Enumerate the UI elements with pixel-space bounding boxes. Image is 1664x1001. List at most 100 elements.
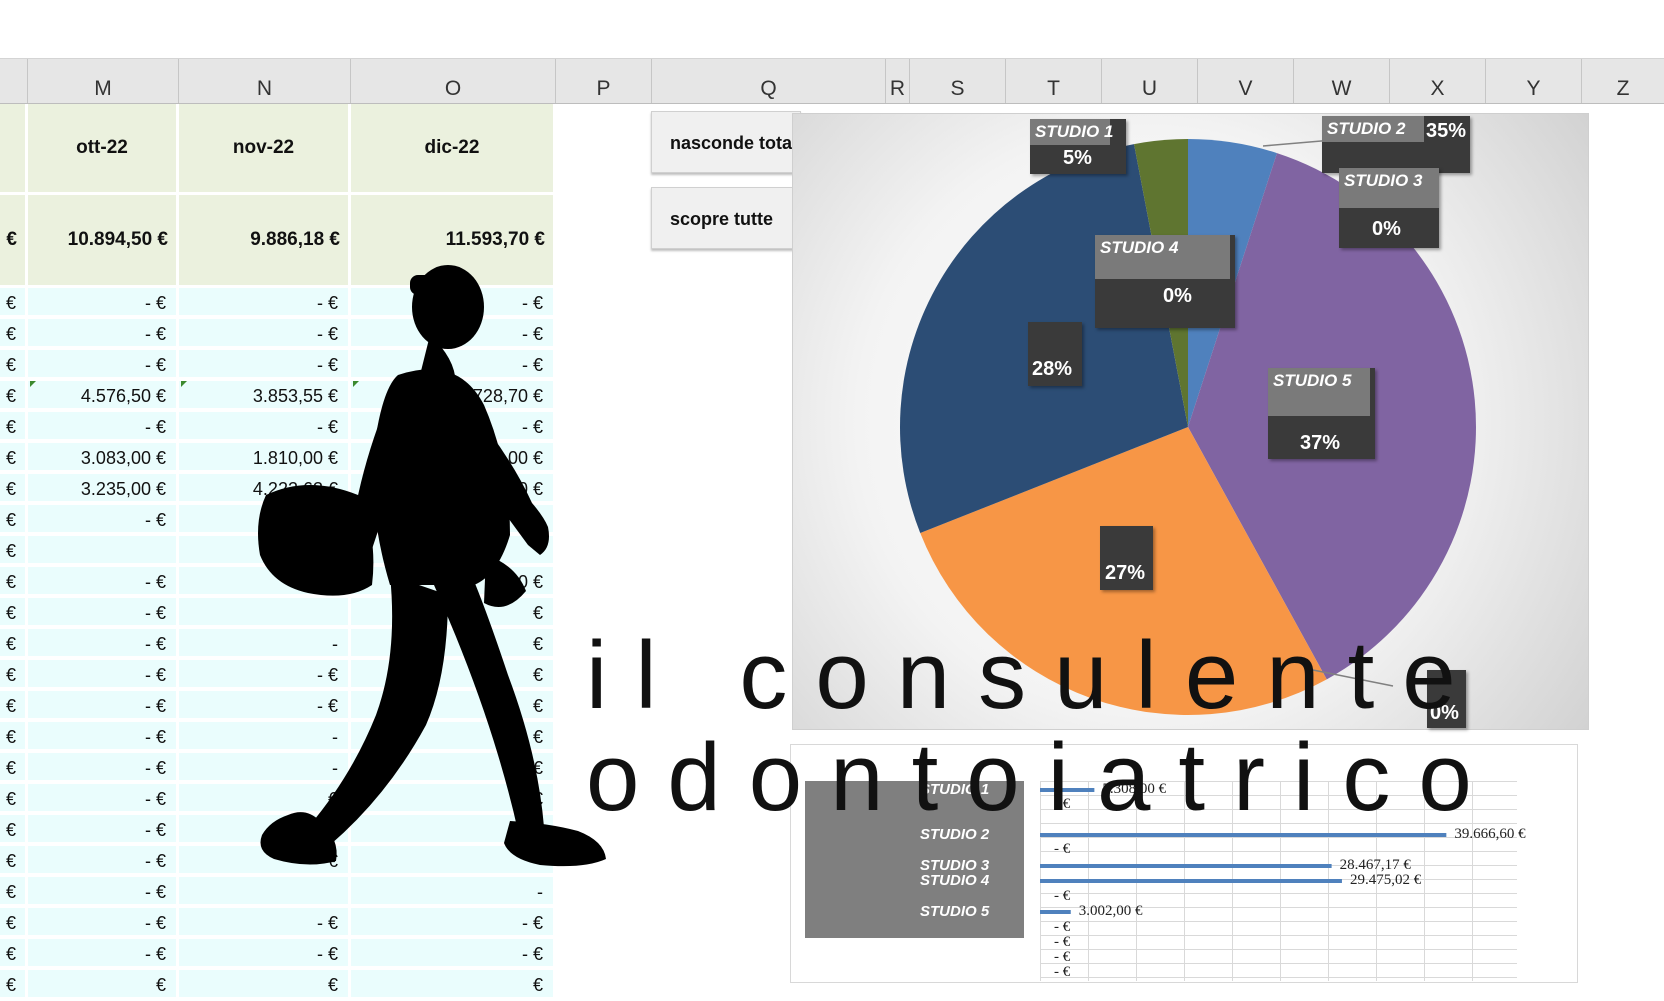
pie-label-studio-3: STUDIO 3 0% bbox=[1339, 168, 1439, 248]
row-edge-cell[interactable]: € bbox=[0, 877, 28, 906]
cell-value: 3.083,00 € bbox=[80, 448, 166, 468]
row-edge-cell[interactable]: € bbox=[0, 784, 28, 813]
table-cell[interactable]: - € bbox=[28, 629, 179, 658]
comment-indicator-icon bbox=[30, 381, 36, 387]
table-cell[interactable]: - € bbox=[28, 877, 179, 906]
table-cell[interactable]: - € bbox=[28, 505, 179, 534]
table-cell[interactable]: 3.083,00 € bbox=[28, 443, 179, 472]
column-header-n[interactable]: N bbox=[179, 59, 351, 103]
table-cell[interactable]: - € bbox=[28, 319, 179, 348]
cell-value: - € bbox=[144, 758, 166, 778]
table-cell[interactable]: 4.576,50 € bbox=[28, 381, 179, 410]
total-cell-ott-22[interactable]: 10.894,50 € bbox=[28, 195, 179, 285]
row-edge-cell[interactable]: € bbox=[0, 381, 28, 410]
bar-value-label: - € bbox=[1054, 888, 1071, 904]
table-cell[interactable]: € bbox=[179, 970, 351, 999]
cell-value: - € bbox=[144, 944, 166, 964]
cell-value: € bbox=[327, 975, 338, 995]
table-cell[interactable]: - € bbox=[28, 660, 179, 689]
row-edge-cell[interactable]: € bbox=[0, 753, 28, 782]
table-cell[interactable]: - € bbox=[179, 939, 351, 968]
table-cell[interactable]: € bbox=[28, 970, 179, 999]
column-header-s[interactable]: S bbox=[910, 59, 1006, 103]
column-header-t[interactable]: T bbox=[1006, 59, 1102, 103]
cell-value: - € bbox=[144, 355, 166, 375]
table-cell[interactable]: - € bbox=[28, 350, 179, 379]
table-cell[interactable]: - € bbox=[28, 691, 179, 720]
table-cell[interactable]: - € bbox=[28, 846, 179, 875]
row-edge-cell[interactable]: € bbox=[0, 908, 28, 937]
row-edge-cell[interactable]: € bbox=[0, 722, 28, 751]
total-cell-left-edge[interactable]: € bbox=[0, 195, 28, 285]
row-edge-cell[interactable]: € bbox=[0, 350, 28, 379]
row-edge-cell[interactable]: € bbox=[0, 970, 28, 999]
hide-totals-button[interactable]: nasconde tota bbox=[651, 111, 801, 173]
column-header-w[interactable]: W bbox=[1294, 59, 1390, 103]
table-cell[interactable]: - € bbox=[28, 412, 179, 441]
column-header-r[interactable]: R bbox=[886, 59, 910, 103]
header-cell-left-edge[interactable] bbox=[0, 104, 28, 192]
ribbon-area bbox=[0, 0, 1664, 59]
cell-value: - € bbox=[144, 727, 166, 747]
pie-label-studio-2: STUDIO 2 35% bbox=[1322, 116, 1470, 173]
pie-label-studio-5: STUDIO 5 37% bbox=[1268, 368, 1375, 459]
row-edge-cell[interactable]: € bbox=[0, 505, 28, 534]
cell-value: 3.235,00 € bbox=[80, 479, 166, 499]
row-edge-cell[interactable]: € bbox=[0, 288, 28, 317]
pie-label-percent: 27% bbox=[1105, 562, 1146, 584]
column-header-left-edge[interactable] bbox=[0, 59, 28, 103]
month-header-nov-22[interactable]: nov-22 bbox=[179, 104, 351, 192]
table-cell[interactable]: - € bbox=[28, 288, 179, 317]
row-edge-cell[interactable]: € bbox=[0, 691, 28, 720]
cell-value: - € bbox=[316, 944, 338, 964]
month-header-ott-22[interactable]: ott-22 bbox=[28, 104, 179, 192]
row-edge-cell[interactable]: € bbox=[0, 598, 28, 627]
cell-value: - € bbox=[144, 789, 166, 809]
column-header-q[interactable]: Q bbox=[652, 59, 886, 103]
cell-value: - € bbox=[144, 913, 166, 933]
row-edge-cell[interactable]: € bbox=[0, 629, 28, 658]
cell-value: - € bbox=[144, 820, 166, 840]
column-header-u[interactable]: U bbox=[1102, 59, 1198, 103]
row-edge-cell[interactable]: € bbox=[0, 567, 28, 596]
cell-value: - € bbox=[144, 696, 166, 716]
pie-label-28: 28% bbox=[1028, 322, 1082, 386]
table-cell[interactable]: - € bbox=[28, 598, 179, 627]
cell-value: € bbox=[155, 975, 166, 995]
column-header-y[interactable]: Y bbox=[1486, 59, 1582, 103]
row-edge-cell[interactable]: € bbox=[0, 319, 28, 348]
column-header-p[interactable]: P bbox=[556, 59, 652, 103]
row-edge-cell[interactable]: € bbox=[0, 474, 28, 503]
walking-man-silhouette bbox=[258, 265, 606, 867]
cell-value: - € bbox=[144, 293, 166, 313]
column-header-z[interactable]: Z bbox=[1582, 59, 1664, 103]
table-cell[interactable]: - € bbox=[28, 908, 179, 937]
table-cell[interactable]: - € bbox=[351, 939, 556, 968]
column-header-o[interactable]: O bbox=[351, 59, 556, 103]
table-cell[interactable]: 3.235,00 € bbox=[28, 474, 179, 503]
row-edge-cell[interactable]: € bbox=[0, 536, 28, 565]
pie-label-percent: 28% bbox=[1032, 358, 1073, 380]
bar-value-label: - € bbox=[1054, 841, 1071, 857]
row-edge-cell[interactable]: € bbox=[0, 660, 28, 689]
table-cell[interactable]: - € bbox=[28, 939, 179, 968]
table-row: € - € - € - € bbox=[0, 939, 556, 970]
column-header-x[interactable]: X bbox=[1390, 59, 1486, 103]
table-cell[interactable]: - € bbox=[28, 815, 179, 844]
row-edge-cell[interactable]: € bbox=[0, 443, 28, 472]
row-edge-cell[interactable]: € bbox=[0, 412, 28, 441]
row-edge-cell[interactable]: € bbox=[0, 939, 28, 968]
column-header-v[interactable]: V bbox=[1198, 59, 1294, 103]
pie-label-percent: 0% bbox=[1372, 218, 1401, 240]
row-edge-cell[interactable]: € bbox=[0, 815, 28, 844]
show-all-button[interactable]: scopre tutte bbox=[651, 187, 801, 249]
month-header-dic-22[interactable]: dic-22 bbox=[351, 104, 556, 192]
table-cell[interactable]: - € bbox=[28, 753, 179, 782]
table-cell[interactable]: - € bbox=[28, 784, 179, 813]
table-cell[interactable] bbox=[28, 536, 179, 565]
table-cell[interactable]: € bbox=[351, 970, 556, 999]
column-header-m[interactable]: M bbox=[28, 59, 179, 103]
table-cell[interactable]: - € bbox=[28, 722, 179, 751]
row-edge-cell[interactable]: € bbox=[0, 846, 28, 875]
table-cell[interactable]: - € bbox=[28, 567, 179, 596]
